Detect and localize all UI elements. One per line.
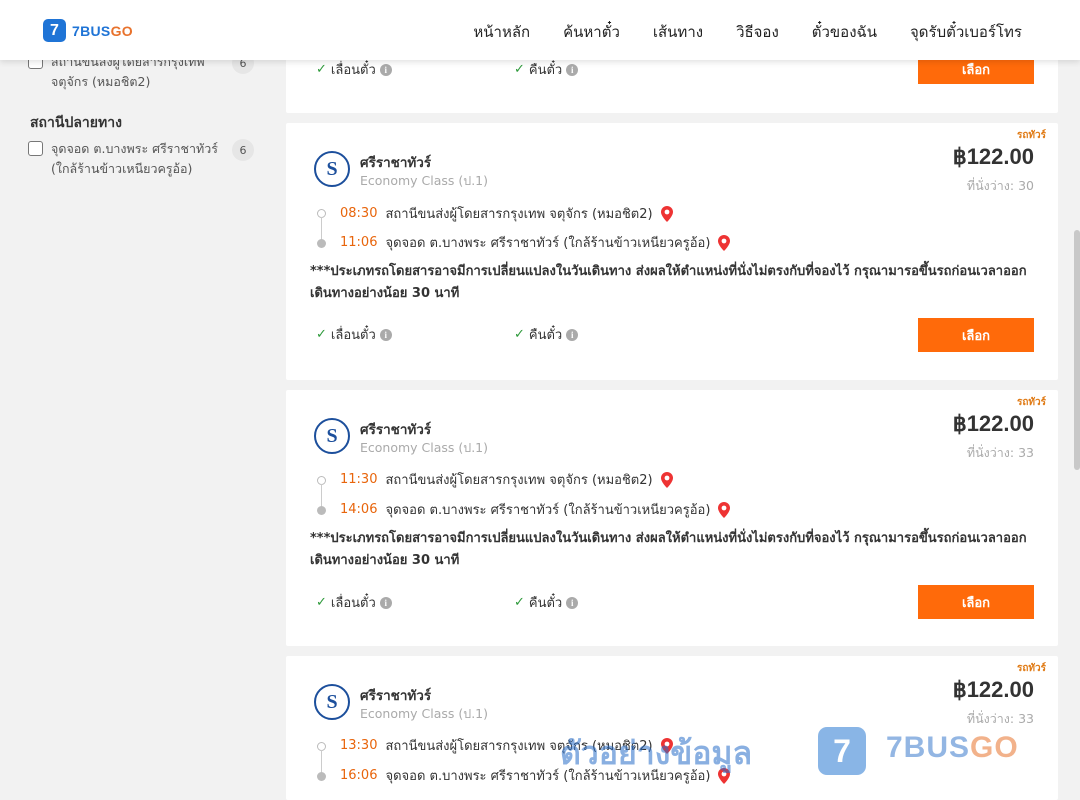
trip-card: รถทัวร์ S ศรีราชาทัวร์ Economy Class (ป.… — [286, 123, 1058, 380]
nav-search-tickets[interactable]: ค้นหาตั๋ว — [563, 20, 620, 44]
map-pin-icon[interactable] — [660, 471, 673, 488]
filter-sidebar: สถานีขนส่งผู้โดยสารกรุงเทพ จตุจักร (หมอช… — [0, 0, 270, 800]
feature-refund-label: คืนตั๋ว — [528, 596, 563, 611]
departure-time: 11:30 — [340, 472, 378, 487]
watermark-brand: 7BUSGO — [886, 731, 1019, 764]
watermark-text: ตัวอย่างข้อมูล — [560, 734, 753, 772]
departure-station: สถานีขนส่งผู้โดยสารกรุงเทพ จตุจักร (หมอช… — [385, 473, 653, 488]
check-icon: ✓ — [316, 595, 327, 610]
seats-available: ที่นั่งว่าง: 33 — [966, 711, 1034, 726]
feature-refund: ✓ คืนตั๋ว i — [514, 592, 579, 613]
departure-station: สถานีขนส่งผู้โดยสารกรุงเทพ จตุจักร (หมอช… — [385, 207, 653, 222]
watermark-logo-icon: 7 — [818, 727, 866, 775]
departure-time: 08:30 — [340, 206, 378, 221]
operator-logo-icon: S — [314, 418, 350, 454]
page-scrollbar[interactable] — [1074, 230, 1080, 470]
destination-count-badge: 6 — [232, 139, 254, 161]
feature-refund: ✓ คืนตั๋ว i — [514, 59, 579, 80]
timeline-line — [321, 750, 322, 774]
feature-reschedule-label: เลื่อนตั๋ว — [330, 63, 376, 78]
nav-my-tickets[interactable]: ตั๋วของฉัน — [812, 20, 877, 44]
bus-class: Economy Class (ป.1) — [360, 440, 489, 455]
operator-name: ศรีราชาทัวร์ — [360, 155, 432, 171]
operator-name: ศรีราชาทัวร์ — [360, 688, 432, 704]
feature-reschedule: ✓ เลื่อนตั๋ว i — [316, 324, 392, 345]
operator-logo-icon: S — [314, 684, 350, 720]
nav-routes[interactable]: เส้นทาง — [653, 20, 703, 44]
bus-type-badge: รถทัวร์ — [1016, 130, 1046, 141]
feature-refund: ✓ คืนตั๋ว i — [514, 324, 579, 345]
operator-name: ศรีราชาทัวร์ — [360, 422, 432, 438]
feature-reschedule: ✓ เลื่อนตั๋ว i — [316, 59, 392, 80]
select-button[interactable]: เลือก — [918, 585, 1034, 619]
arrival-time: 16:06 — [340, 768, 378, 783]
check-icon: ✓ — [514, 327, 525, 342]
check-icon: ✓ — [316, 327, 327, 342]
check-icon: ✓ — [316, 62, 327, 77]
top-header: 7 7BUSGO หน้าหลัก ค้นหาตั๋ว เส้นทาง วิธี… — [0, 0, 1080, 60]
arrival-station: จุดจอด ต.บางพระ ศรีราชาทัวร์ (ใกล้ร้านข้… — [385, 503, 711, 518]
arrival-time: 14:06 — [340, 502, 378, 517]
main-nav: หน้าหลัก ค้นหาตั๋ว เส้นทาง วิธีจอง ตั๋วข… — [473, 20, 1022, 44]
logo-text: 7BUSGO — [72, 22, 133, 39]
price: ฿122.00 — [952, 677, 1034, 702]
site-logo[interactable]: 7 7BUSGO — [43, 19, 133, 42]
timeline-line — [321, 217, 322, 241]
departure-stop: 11:30 สถานีขนส่งผู้โดยสารกรุงเทพ จตุจักร… — [340, 469, 673, 490]
bus-type-badge: รถทัวร์ — [1016, 663, 1046, 674]
arrival-dot — [317, 772, 326, 781]
info-icon[interactable]: i — [566, 596, 579, 609]
arrival-stop: 14:06 จุดจอด ต.บางพระ ศรีราชาทัวร์ (ใกล้… — [340, 499, 731, 520]
filter-destination-item[interactable]: จุดจอด ต.บางพระ ศรีราชาทัวร์ (ใกล้ร้านข้… — [28, 139, 254, 179]
bus-type-badge: รถทัวร์ — [1016, 397, 1046, 408]
arrival-station: จุดจอด ต.บางพระ ศรีราชาทัวร์ (ใกล้ร้านข้… — [385, 236, 711, 251]
feature-refund-label: คืนตั๋ว — [528, 63, 563, 78]
seats-available: ที่นั่งว่าง: 33 — [966, 445, 1034, 460]
operator-logo-icon: S — [314, 151, 350, 187]
info-icon[interactable]: i — [566, 328, 579, 341]
seats-available: ที่นั่งว่าง: 30 — [966, 178, 1034, 193]
bus-class: Economy Class (ป.1) — [360, 706, 489, 721]
nav-pickup-points[interactable]: จุดรับตั๋วเบอร์โทร — [910, 20, 1022, 44]
feature-refund-label: คืนตั๋ว — [528, 328, 563, 343]
select-button[interactable]: เลือก — [918, 318, 1034, 352]
destination-heading: สถานีปลายทาง — [30, 115, 122, 131]
feature-reschedule-label: เลื่อนตั๋ว — [330, 328, 376, 343]
trip-card: รถทัวร์ S ศรีราชาทัวร์ Economy Class (ป.… — [286, 390, 1058, 646]
destination-label: จุดจอด ต.บางพระ ศรีราชาทัวร์ (ใกล้ร้านข้… — [51, 141, 219, 176]
bus-class: Economy Class (ป.1) — [360, 173, 489, 188]
info-icon[interactable]: i — [566, 63, 579, 76]
arrival-time: 11:06 — [340, 235, 378, 250]
arrival-stop: 11:06 จุดจอด ต.บางพระ ศรีราชาทัวร์ (ใกล้… — [340, 232, 731, 253]
info-icon[interactable]: i — [379, 596, 392, 609]
departure-stop: 08:30 สถานีขนส่งผู้โดยสารกรุงเทพ จตุจักร… — [340, 203, 673, 224]
trip-note: ***ประเภทรถโดยสารอาจมีการเปลี่ยนแปลงในวั… — [310, 531, 1027, 568]
nav-home[interactable]: หน้าหลัก — [473, 20, 530, 44]
feature-reschedule-label: เลื่อนตั๋ว — [330, 596, 376, 611]
map-pin-icon[interactable] — [718, 501, 731, 518]
arrival-dot — [317, 239, 326, 248]
price: ฿122.00 — [952, 144, 1034, 169]
nav-how-to-book[interactable]: วิธีจอง — [736, 20, 779, 44]
trip-note: ***ประเภทรถโดยสารอาจมีการเปลี่ยนแปลงในวั… — [310, 264, 1027, 301]
departure-time: 13:30 — [340, 738, 378, 753]
feature-reschedule: ✓ เลื่อนตั๋ว i — [316, 592, 392, 613]
price: ฿122.00 — [952, 411, 1034, 436]
map-pin-icon[interactable] — [660, 205, 673, 222]
check-icon: ✓ — [514, 62, 525, 77]
destination-checkbox[interactable] — [28, 141, 43, 156]
map-pin-icon[interactable] — [718, 234, 731, 251]
check-icon: ✓ — [514, 595, 525, 610]
arrival-dot — [317, 506, 326, 515]
info-icon[interactable]: i — [379, 63, 392, 76]
timeline-line — [321, 484, 322, 508]
info-icon[interactable]: i — [379, 328, 392, 341]
logo-mark-icon: 7 — [43, 19, 66, 42]
